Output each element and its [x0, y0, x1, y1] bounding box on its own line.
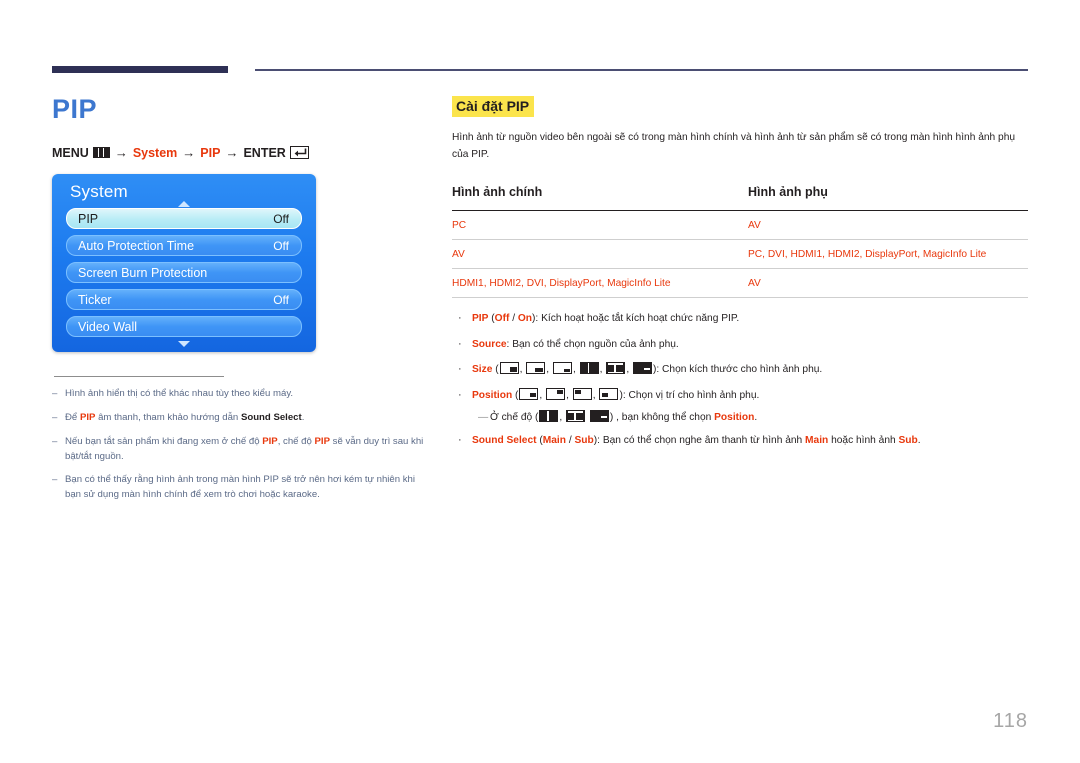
osd-row-screen-burn-protection[interactable]: Screen Burn Protection — [66, 262, 302, 283]
note-dash: – — [52, 388, 58, 399]
table-cell-main: PC — [452, 210, 748, 241]
menu-path: MENU → System → PIP → ENTER — [52, 145, 432, 160]
enter-key-icon — [289, 146, 309, 159]
osd-row-pip-label: PIP — [78, 211, 99, 226]
osd-row-ticker[interactable]: Ticker Off — [66, 289, 302, 310]
osd-row-auto-protection-time[interactable]: Auto Protection Time Off — [66, 235, 302, 256]
menu-path-arrow-1: → — [114, 145, 128, 160]
section-intro: Hình ảnh từ nguồn video bên ngoài sẽ có … — [452, 132, 1016, 160]
bullet-sound-select-text: Sound Select (Main / Sub): Bạn có thể ch… — [472, 435, 921, 447]
menu-path-arrow-3: → — [225, 145, 239, 160]
note-item: – Hình ảnh hiển thị có thể khác nhau tùy… — [52, 387, 432, 402]
right-column: Cài đặt PIP Hình ảnh từ nguồn video bên … — [452, 96, 1028, 458]
table-row: PC AV — [452, 210, 1028, 241]
osd-row-ticker-value: Off — [273, 292, 289, 307]
table-row: AV PC, DVI, HDMI1, HDMI2, DisplayPort, M… — [452, 239, 1028, 270]
bullet-sound-select: · Sound Select (Main / Sub): Bạn có thể … — [452, 432, 1028, 449]
menu-path-step-pip: PIP — [200, 145, 221, 160]
pip-size-double-wide-icon — [566, 410, 586, 423]
pip-position-top-right-icon — [546, 387, 566, 400]
bullet-dot: · — [458, 388, 462, 401]
notes-divider — [54, 376, 224, 377]
subnote-text: Ở chế độ (, ) , bạn không thể chọn Posit… — [490, 410, 758, 424]
caret-up-icon[interactable] — [178, 201, 190, 207]
menu-path-arrow-2: → — [182, 145, 196, 160]
note-text: Hình ảnh hiển thị có thể khác nhau tùy t… — [65, 388, 294, 399]
note-text: Để PIP âm thanh, tham khảo hướng dẫn Sou… — [65, 411, 305, 423]
osd-title: System — [70, 182, 128, 201]
bullet-position: · Position (, , , ): Chọn vị trí cho hìn… — [452, 387, 1028, 404]
header-rule-thick — [52, 66, 228, 73]
position-subnote: — Ở chế độ (, ) , bạn không thể chọn Pos… — [478, 410, 1028, 423]
table-cell-sub: AV — [748, 210, 1028, 241]
bullet-pip: · PIP (Off / On): Kích hoạt hoặc tắt kíc… — [452, 310, 1028, 327]
osd-row-video-wall[interactable]: Video Wall — [66, 316, 302, 337]
subnote-dash: — — [478, 412, 489, 424]
bullet-source: · Source: Bạn có thể chọn nguồn của ảnh … — [452, 336, 1028, 353]
osd-system-menu[interactable]: System PIP Off Auto Protection Time Off … — [52, 174, 316, 352]
table-header-sub-picture: Hình ảnh phụ — [748, 185, 1028, 212]
bullet-dot: · — [458, 337, 462, 350]
pip-position-bottom-left-icon — [599, 387, 619, 400]
section-heading: Cài đặt PIP — [452, 96, 535, 118]
settings-bullet-list: · PIP (Off / On): Kích hoạt hoặc tắt kíc… — [452, 310, 1028, 449]
menu-path-menu-label: MENU — [52, 145, 89, 160]
table-row: HDMI1, HDMI2, DVI, DisplayPort, MagicInf… — [452, 268, 1028, 299]
page-number: 118 — [993, 710, 1028, 732]
pip-size-small-icon — [552, 362, 572, 375]
osd-row-video-wall-label: Video Wall — [78, 319, 138, 334]
pip-size-large-icon — [499, 362, 519, 375]
osd-row-pip[interactable]: PIP Off — [66, 208, 302, 229]
bullet-pip-text: PIP (Off / On): Kích hoạt hoặc tắt kích … — [472, 313, 740, 325]
table-cell-sub: AV — [748, 268, 1028, 299]
osd-row-list: PIP Off Auto Protection Time Off Screen … — [66, 208, 302, 337]
osd-row-pip-value: Off — [273, 211, 289, 226]
header-rule-thin — [255, 69, 1028, 71]
note-item: – Bạn có thể thấy rằng hình ảnh trong mà… — [52, 473, 432, 503]
osd-row-screen-burn-protection-label: Screen Burn Protection — [78, 265, 208, 280]
note-item: – Để PIP âm thanh, tham khảo hướng dẫn S… — [52, 411, 432, 426]
pip-source-table: Hình ảnh chính Hình ảnh phụ PC AV AV PC,… — [452, 185, 1028, 299]
pip-size-medium-icon — [526, 362, 546, 375]
menu-path-enter-label: ENTER — [243, 145, 286, 160]
table-header-main-picture: Hình ảnh chính — [452, 185, 748, 212]
pip-position-top-left-icon — [572, 387, 592, 400]
caret-down-icon[interactable] — [178, 341, 190, 347]
pip-position-bottom-right-icon — [519, 387, 539, 400]
bullet-dot: · — [458, 434, 462, 447]
osd-row-ticker-label: Ticker — [78, 292, 112, 307]
page-title: PIP — [52, 94, 98, 124]
table-header-row: Hình ảnh chính Hình ảnh phụ — [452, 185, 1028, 212]
note-dash: – — [52, 411, 58, 423]
bullet-dot: · — [458, 312, 462, 325]
note-text: Nếu bạn tắt sản phẩm khi đang xem ở chế … — [65, 435, 424, 462]
bullet-position-text: Position (, , , ): Chọn vị trí cho hình … — [472, 387, 760, 401]
menu-grid-icon — [92, 147, 110, 158]
pip-size-half-split-icon — [539, 410, 559, 423]
left-column: PIP MENU → System → PIP → ENTER System P… — [52, 96, 432, 512]
note-text: Bạn có thể thấy rằng hình ảnh trong màn … — [65, 474, 416, 501]
bullet-size: · Size (, , , , , ): Chọn kích thước cho… — [452, 361, 1028, 378]
bullet-source-text: Source: Bạn có thể chọn nguồn của ảnh ph… — [472, 338, 679, 350]
pip-size-double-wide-icon — [606, 362, 626, 375]
bullet-dot: · — [458, 363, 462, 376]
table-cell-sub: PC, DVI, HDMI1, HDMI2, DisplayPort, Magi… — [748, 239, 1028, 270]
left-notes-list: – Hình ảnh hiển thị có thể khác nhau tùy… — [52, 387, 432, 503]
table-cell-main: AV — [452, 239, 748, 270]
note-item: – Nếu bạn tắt sản phẩm khi đang xem ở ch… — [52, 435, 432, 465]
pip-size-wide-bar-icon — [632, 362, 652, 375]
note-dash: – — [52, 474, 58, 486]
menu-path-step-system: System — [132, 145, 178, 160]
pip-size-wide-bar-icon — [589, 410, 609, 423]
pip-size-half-split-icon — [579, 362, 599, 375]
osd-row-auto-protection-time-value: Off — [273, 238, 289, 253]
osd-row-auto-protection-time-label: Auto Protection Time — [78, 238, 195, 253]
bullet-size-text: Size (, , , , , ): Chọn kích thước cho h… — [472, 362, 823, 376]
table-cell-main: HDMI1, HDMI2, DVI, DisplayPort, MagicInf… — [452, 268, 748, 299]
note-dash: – — [52, 435, 58, 447]
